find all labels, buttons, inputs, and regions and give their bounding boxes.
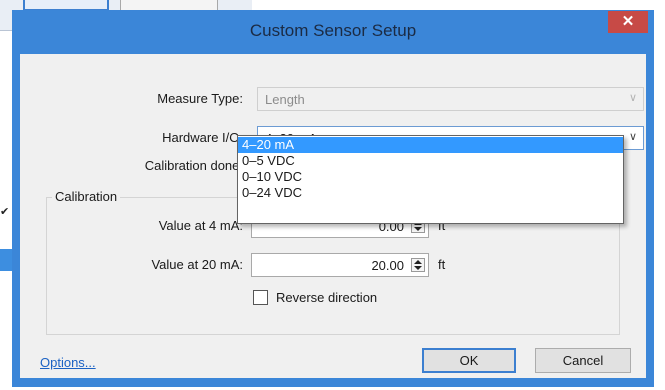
chevron-down-icon: ∨ [628, 92, 637, 104]
ok-button[interactable]: OK [422, 348, 516, 373]
cancel-button[interactable]: Cancel [535, 348, 631, 373]
measure-type-label: Measure Type: [157, 91, 243, 106]
dropdown-option[interactable]: 4–20 mA [238, 137, 623, 153]
dropdown-option[interactable]: 0–10 VDC [238, 169, 623, 185]
spin-updown-icon[interactable] [411, 258, 425, 272]
chevron-down-icon: ✔ [0, 206, 10, 218]
calibration-group-title: Calibration [52, 189, 121, 204]
options-link[interactable]: Options... [40, 355, 96, 370]
background-selected-row [0, 249, 12, 271]
value-20ma-label: Value at 20 mA: [151, 257, 243, 272]
hardware-io-dropdown-list: 4–20 mA 0–5 VDC 0–10 VDC 0–24 VDC [237, 135, 624, 224]
measure-type-value: Length [265, 92, 305, 107]
hardware-io-label: Hardware I/O: [162, 130, 243, 145]
measure-type-select[interactable]: Length ∨ [257, 87, 644, 111]
close-icon: ✕ [621, 13, 635, 30]
value-20ma-input[interactable]: 20.00 [251, 253, 429, 277]
dropdown-option[interactable]: 0–24 VDC [238, 185, 623, 201]
value-20ma-unit: ft [438, 257, 446, 272]
dropdown-option[interactable]: 0–5 VDC [238, 153, 623, 169]
reverse-direction-label[interactable]: Reverse direction [276, 290, 377, 305]
value-20ma-value: 20.00 [371, 258, 404, 273]
title-bar[interactable]: Custom Sensor Setup ✕ [12, 10, 654, 54]
calibration-done-label: Calibration done: [144, 158, 243, 173]
dialog-title: Custom Sensor Setup [249, 21, 417, 40]
reverse-direction-checkbox[interactable] [253, 290, 268, 305]
chevron-down-icon: ∨ [628, 131, 637, 143]
value-4ma-label: Value at 4 mA: [158, 218, 243, 233]
close-button[interactable]: ✕ [608, 11, 648, 33]
